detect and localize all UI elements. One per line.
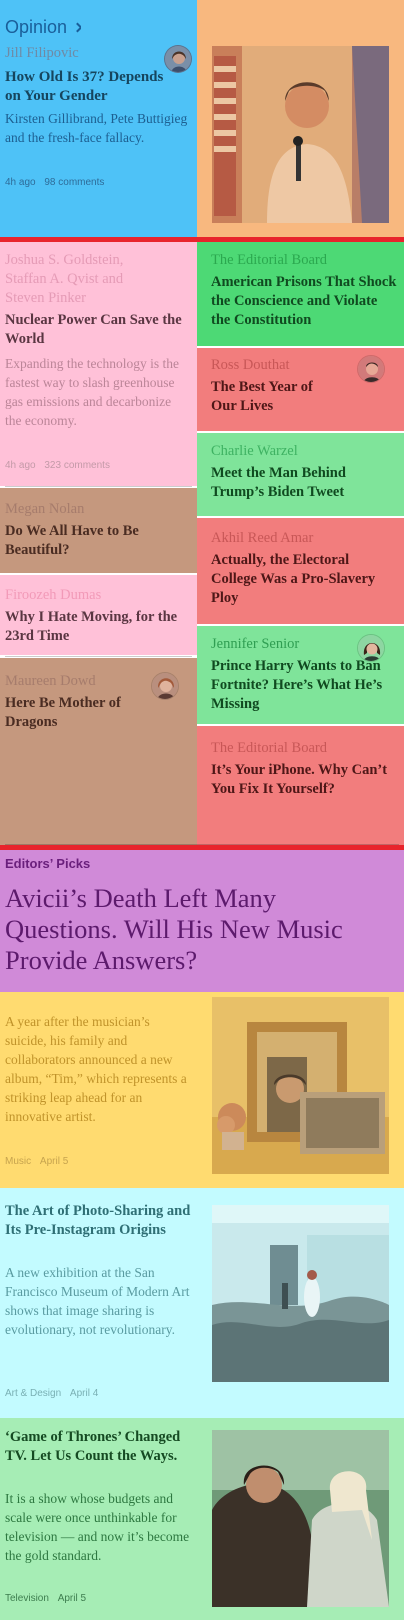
article-headline-link[interactable]: It’s Your iPhone. Why Can’t You Fix It Y… <box>211 761 391 799</box>
article-author[interactable]: Maureen Dowd <box>5 672 155 691</box>
pick-photo-gallery[interactable] <box>212 1205 389 1382</box>
pick-summary[interactable]: A year after the musician’s suicide, his… <box>5 1012 190 1126</box>
pick-meta: Television April 5 <box>5 1592 190 1606</box>
article-author[interactable]: Ross Douthat <box>211 356 351 375</box>
pick-date: April 4 <box>69 1388 99 1399</box>
lead-headline-link[interactable]: How Old Is 37? Depends on Your Gender <box>5 68 175 106</box>
article-time: 4h ago <box>5 460 36 471</box>
divider <box>5 656 192 657</box>
article-headline-link[interactable]: Nuclear Power Can Save the World <box>5 311 185 349</box>
article-author[interactable]: The Editorial Board <box>211 739 396 758</box>
article-author[interactable]: Akhil Reed Amar <box>211 529 396 548</box>
article-headline-link[interactable]: Here Be Mother of Dragons <box>5 694 145 732</box>
editors-picks-lead-headline[interactable]: Avicii’s Death Left Many Questions. Will… <box>5 883 395 976</box>
article-headline-link[interactable]: Actually, the Electoral College Was a Pr… <box>211 551 391 608</box>
pick-section: Art & Design <box>5 1388 62 1399</box>
opinion-section-label: Opinion <box>5 17 68 37</box>
pick-headline-link[interactable]: ‘Game of Thrones’ Changed TV. Let Us Cou… <box>5 1428 195 1466</box>
pick-photo-avicii[interactable] <box>212 997 389 1174</box>
opinion-section-link[interactable]: Opinion <box>5 15 82 39</box>
pick-photo-game-of-thrones[interactable] <box>212 1430 389 1607</box>
article-author[interactable]: Joshua S. Goldstein, Staffan A. Qvist an… <box>5 251 155 308</box>
article-author[interactable]: The Editorial Board <box>211 251 396 270</box>
divider <box>5 486 192 487</box>
lead-summary: Kirsten Gillibrand, Pete Buttigieg and t… <box>5 111 188 145</box>
article-headline-link[interactable]: American Prisons That Shock the Conscien… <box>211 273 397 330</box>
article-summary: Expanding the technology is the fastest … <box>5 356 179 428</box>
article-author[interactable]: Firoozeh Dumas <box>5 586 190 605</box>
pick-section: Music <box>5 1156 32 1167</box>
article-author[interactable]: Charlie Warzel <box>211 442 396 461</box>
article-headline-link[interactable]: Prince Harry Wants to Ban Fortnite? Here… <box>211 657 391 714</box>
lead-photo[interactable] <box>212 46 389 223</box>
article-meta: 4h ago 323 comments <box>5 459 190 473</box>
pick-date: April 5 <box>39 1156 69 1167</box>
pick-summary: It is a show whose budgets and scale wer… <box>5 1491 190 1563</box>
lead-author[interactable]: Jill Filipovic <box>5 44 155 63</box>
pick-headline-link[interactable]: The Art of Photo-Sharing and Its Pre-Ins… <box>5 1202 195 1240</box>
lead-comments-link[interactable]: 98 comments <box>44 177 104 188</box>
article-comments-link[interactable]: 323 comments <box>44 460 110 471</box>
article-headline-link[interactable]: Meet the Man Behind Trump’s Biden Tweet <box>211 464 371 502</box>
article-author[interactable]: Jennifer Senior <box>211 635 351 654</box>
pick-summary: A new exhibition at the San Francisco Mu… <box>5 1265 190 1337</box>
article-headline-link[interactable]: Do We All Have to Be Beautiful? <box>5 522 185 560</box>
article-headline-link[interactable]: Why I Hate Moving, for the 23rd Time <box>5 608 185 646</box>
author-avatar-ross-douthat <box>357 355 385 383</box>
editors-picks-label: Editors’ Picks <box>5 856 91 871</box>
article-headline-link[interactable]: The Best Year of Our Lives <box>211 378 331 416</box>
flag-illustration <box>214 56 236 216</box>
lead-time: 4h ago <box>5 177 36 188</box>
chevron-right-icon <box>72 22 82 33</box>
pick-meta: Music April 5 <box>5 1155 190 1169</box>
lead-meta: 4h ago 98 comments <box>5 176 190 190</box>
author-avatar-maureen-dowd <box>151 672 179 700</box>
pick-meta: Art & Design April 4 <box>5 1387 190 1401</box>
pick-section: Television <box>5 1593 49 1604</box>
article-author[interactable]: Megan Nolan <box>5 500 190 519</box>
pick-date: April 5 <box>57 1593 87 1604</box>
